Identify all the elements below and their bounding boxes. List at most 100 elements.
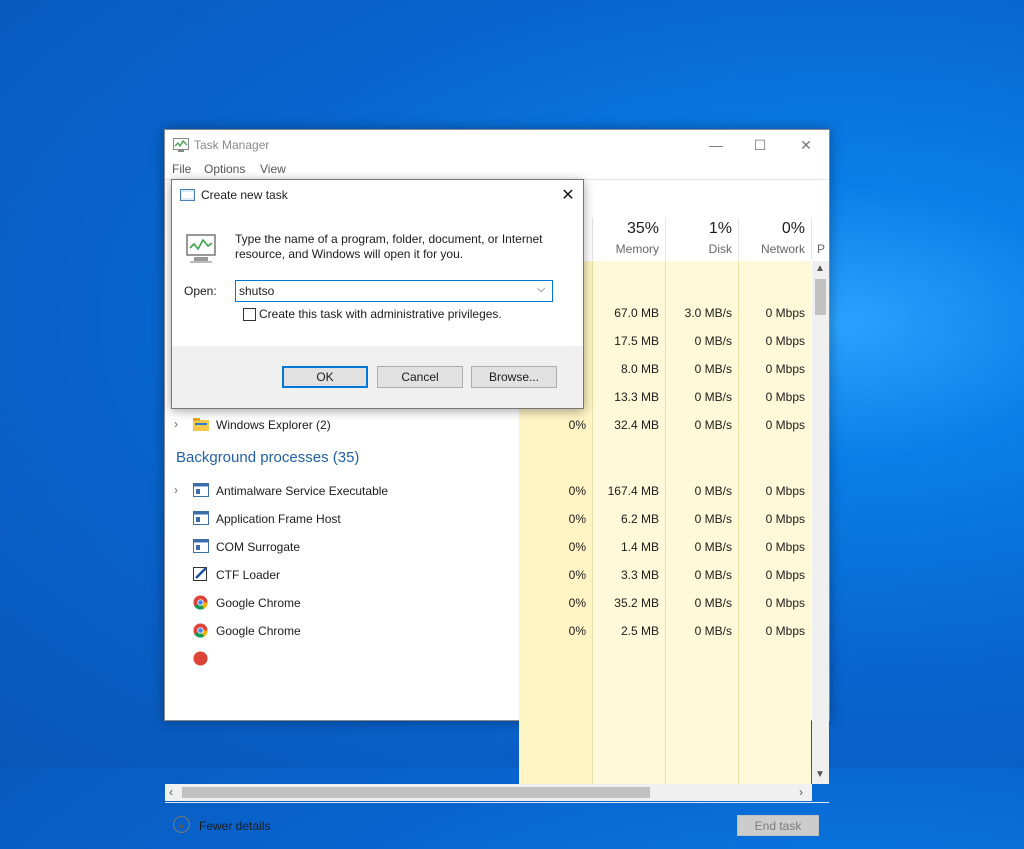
- chevron-down-icon[interactable]: ⌵: [537, 283, 545, 296]
- task-manager-icon: [186, 234, 216, 263]
- scrollbar-thumb[interactable]: [815, 279, 826, 315]
- disk-cell: 0 MB/s: [694, 624, 732, 638]
- dialog-title: Create new task: [201, 188, 288, 202]
- open-input[interactable]: [239, 283, 524, 299]
- process-name: CTF Loader: [216, 568, 281, 582]
- network-cell: 0 Mbps: [765, 596, 805, 610]
- process-name: Application Frame Host: [216, 512, 341, 526]
- dialog-description: Type the name of a program, folder, docu…: [235, 232, 543, 261]
- disk-cell: 3.0 MB/s: [684, 306, 732, 320]
- close-button[interactable]: ✕: [783, 130, 829, 160]
- admin-checkbox[interactable]: [243, 308, 256, 321]
- scroll-down-icon[interactable]: ▼: [815, 769, 825, 780]
- table-row[interactable]: Application Frame Host 0% 6.2 MB 0 MB/s …: [165, 505, 811, 533]
- open-label: Open:: [184, 284, 217, 298]
- memory-cell: 2.5 MB: [620, 624, 659, 638]
- memory-cell: 32.4 MB: [614, 418, 659, 432]
- disk-cell: 0 MB/s: [694, 334, 732, 348]
- menu-options[interactable]: Options: [204, 162, 245, 176]
- network-header-pct[interactable]: 0%: [745, 220, 805, 238]
- close-icon: ✕: [561, 187, 575, 204]
- disk-header[interactable]: Disk: [675, 242, 732, 256]
- chrome-icon: [193, 623, 208, 638]
- network-cell: 0 Mbps: [765, 540, 805, 554]
- minimize-icon: —: [709, 137, 723, 153]
- create-new-task-dialog: Create new task ✕ Type the name of a pro…: [171, 179, 584, 409]
- process-name: Google Chrome: [216, 624, 301, 638]
- disk-cell: 0 MB/s: [694, 484, 732, 498]
- memory-cell: 67.0 MB: [614, 306, 659, 320]
- fewer-details-link[interactable]: Fewer details: [199, 819, 270, 833]
- disk-header-pct[interactable]: 1%: [675, 220, 732, 238]
- cpu-cell: 0%: [568, 484, 586, 498]
- service-icon: [193, 511, 209, 525]
- scroll-left-icon[interactable]: ‹: [169, 785, 173, 799]
- dialog-button-bar: OK Cancel Browse...: [172, 346, 583, 408]
- horizontal-scrollbar[interactable]: ‹ ›: [165, 784, 812, 801]
- minimize-button[interactable]: —: [693, 130, 739, 160]
- memory-cell: 3.3 MB: [620, 568, 659, 582]
- network-cell: 0 Mbps: [765, 362, 805, 376]
- title-bar[interactable]: Task Manager — ☐ ✕: [165, 130, 829, 160]
- table-row[interactable]: CTF Loader 0% 3.3 MB 0 MB/s 0 Mbps: [165, 561, 811, 589]
- browse-button[interactable]: Browse...: [471, 366, 557, 388]
- menu-file[interactable]: File: [172, 162, 191, 176]
- process-name: Windows Explorer (2): [216, 418, 331, 432]
- cpu-cell: 0%: [568, 624, 586, 638]
- scrollbar-thumb[interactable]: [182, 787, 650, 798]
- maximize-icon: ☐: [753, 136, 767, 153]
- footer: ▲ Fewer details End task: [165, 802, 829, 849]
- cpu-cell: 0%: [568, 418, 586, 432]
- memory-cell: 6.2 MB: [620, 512, 659, 526]
- window-title: Task Manager: [194, 138, 270, 152]
- memory-cell: 8.0 MB: [620, 362, 659, 376]
- table-row[interactable]: [165, 645, 811, 673]
- network-cell: 0 Mbps: [765, 568, 805, 582]
- service-icon: [193, 539, 209, 553]
- chrome-icon: [193, 651, 208, 666]
- network-cell: 0 Mbps: [765, 306, 805, 320]
- disk-cell: 0 MB/s: [694, 540, 732, 554]
- disk-cell: 0 MB/s: [694, 362, 732, 376]
- scroll-right-icon[interactable]: ›: [799, 785, 803, 799]
- cpu-cell: 0%: [568, 568, 586, 582]
- power-header[interactable]: P: [817, 242, 827, 256]
- admin-checkbox-label[interactable]: Create this task with administrative pri…: [259, 307, 502, 321]
- process-name: Google Chrome: [216, 596, 301, 610]
- process-name: Antimalware Service Executable: [216, 484, 389, 498]
- chevron-up-icon[interactable]: ▲: [173, 816, 190, 833]
- network-cell: 0 Mbps: [765, 484, 805, 498]
- column-separator: [811, 218, 812, 260]
- memory-header[interactable]: Memory: [595, 242, 659, 256]
- network-cell: 0 Mbps: [765, 512, 805, 526]
- table-row[interactable]: Google Chrome 0% 2.5 MB 0 MB/s 0 Mbps: [165, 617, 811, 645]
- table-row[interactable]: › Antimalware Service Executable 0% 167.…: [165, 477, 811, 505]
- disk-cell: 0 MB/s: [694, 596, 732, 610]
- chevron-right-icon[interactable]: ›: [174, 417, 178, 431]
- chevron-right-icon[interactable]: ›: [174, 483, 178, 497]
- memory-cell: 167.4 MB: [607, 484, 659, 498]
- dialog-close-button[interactable]: ✕: [553, 180, 583, 210]
- table-row[interactable]: › Windows Explorer (2) 0% 32.4 MB 0 MB/s…: [165, 411, 811, 439]
- memory-cell: 13.3 MB: [614, 390, 659, 404]
- column-separator: [665, 218, 666, 260]
- vertical-scrollbar[interactable]: ▲ ▼: [812, 261, 829, 784]
- disk-cell: 0 MB/s: [694, 418, 732, 432]
- ok-button[interactable]: OK: [282, 366, 368, 388]
- table-row[interactable]: Google Chrome 0% 35.2 MB 0 MB/s 0 Mbps: [165, 589, 811, 617]
- maximize-button[interactable]: ☐: [737, 130, 783, 160]
- table-row[interactable]: COM Surrogate 0% 1.4 MB 0 MB/s 0 Mbps: [165, 533, 811, 561]
- network-cell: 0 Mbps: [765, 418, 805, 432]
- disk-cell: 0 MB/s: [694, 568, 732, 582]
- memory-cell: 35.2 MB: [614, 596, 659, 610]
- end-task-button[interactable]: End task: [737, 815, 819, 836]
- network-header[interactable]: Network: [740, 242, 805, 256]
- open-combobox[interactable]: ⌵: [235, 280, 553, 302]
- memory-cell: 1.4 MB: [620, 540, 659, 554]
- cpu-cell: 0%: [568, 540, 586, 554]
- memory-header-pct[interactable]: 35%: [605, 220, 659, 238]
- menu-view[interactable]: View: [260, 162, 286, 176]
- cancel-button[interactable]: Cancel: [377, 366, 463, 388]
- run-icon: [180, 189, 195, 201]
- scroll-up-icon[interactable]: ▲: [815, 263, 825, 274]
